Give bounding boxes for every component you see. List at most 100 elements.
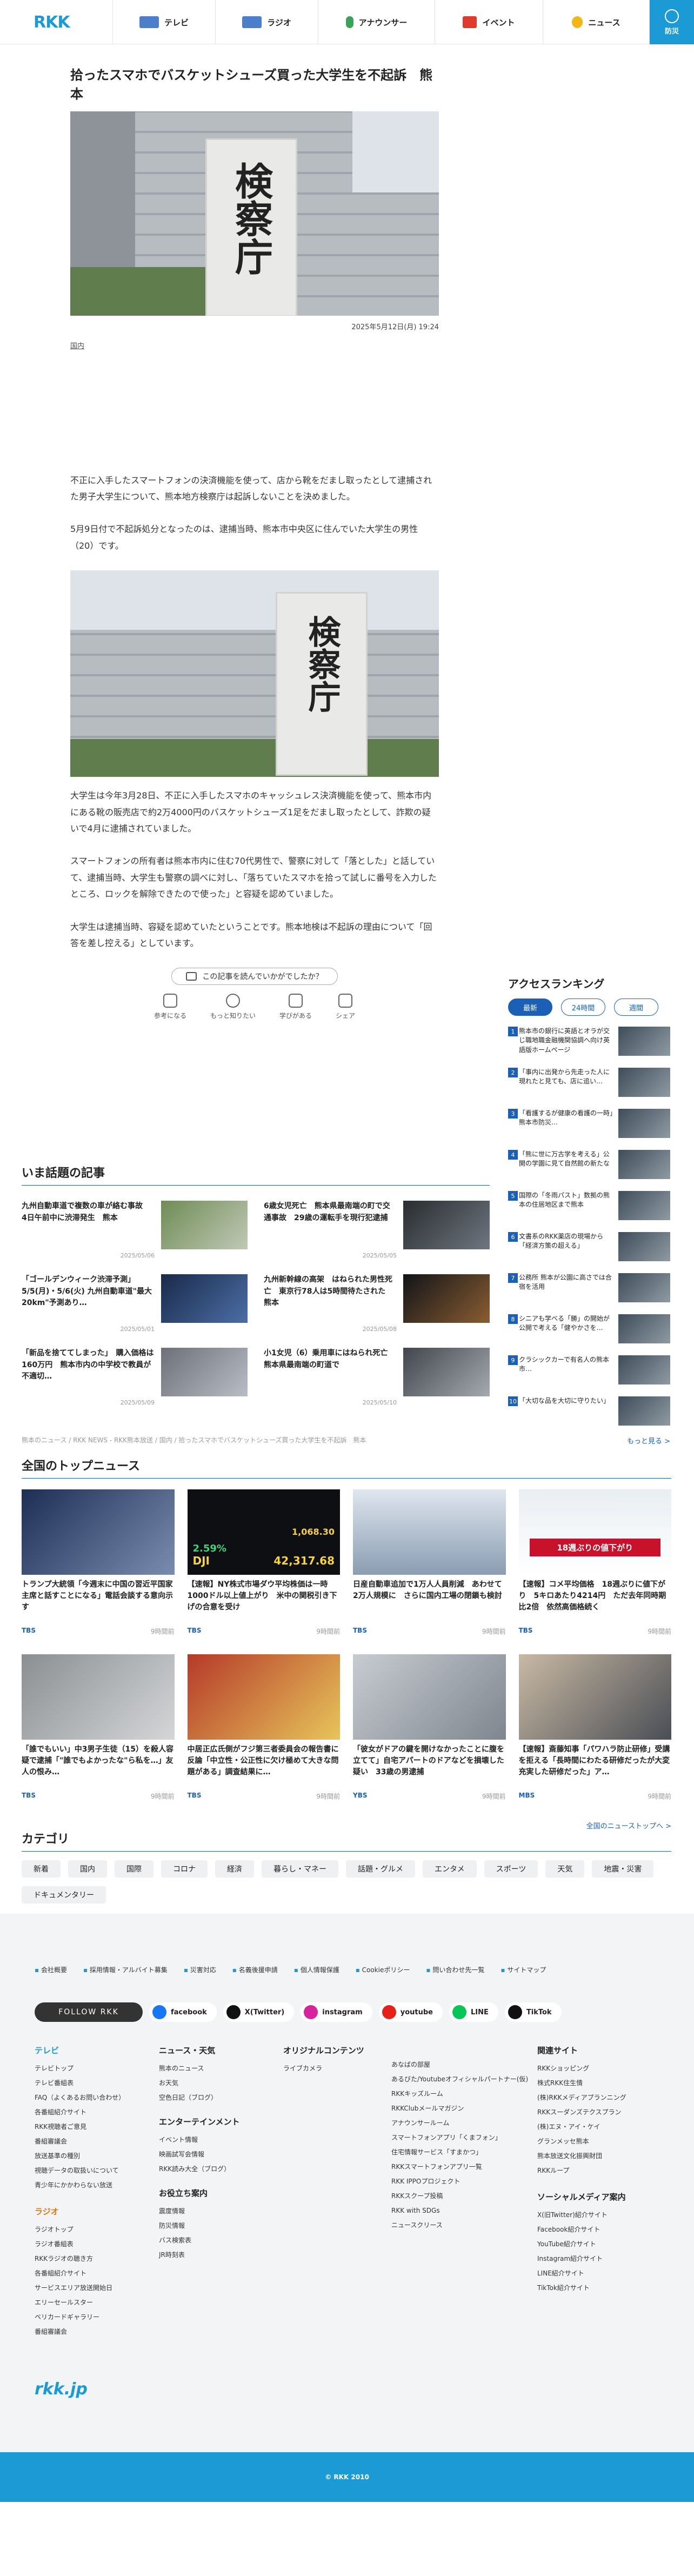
reaction-more[interactable]: もっと知りたい (210, 994, 256, 1020)
footer-link[interactable]: テレビトップ (35, 2061, 159, 2076)
footer-link[interactable]: 青少年にかかわらない放送 (35, 2178, 159, 2193)
trending-item[interactable]: 九州新幹線の高架 はねられた男性死亡 東京行78人は5時間待たされた 熊本 202… (264, 1274, 490, 1334)
footer-link[interactable]: ライブカメラ (283, 2061, 391, 2076)
footer-utility-link[interactable]: 名義後援申請 (232, 1965, 278, 1974)
footer-link[interactable]: スマートフォンアプリ「くまフォン」 (391, 2131, 537, 2145)
footer-link[interactable]: 各番組紹介サイト (35, 2105, 159, 2120)
footer-link[interactable]: 住宅情報サービス「すまかつ」 (391, 2145, 537, 2160)
trending-item[interactable]: 小1女児（6）乗用車にはねられ死亡 熊本県最南端の町道で 2025/05/10 (264, 1348, 490, 1407)
footer-link[interactable]: 番組審議会 (35, 2325, 159, 2339)
footer-utility-link[interactable]: 会社概要 (35, 1965, 67, 1974)
footer-link[interactable]: グランメッセ熊本 (537, 2134, 662, 2149)
footer-link[interactable]: 株式RKK住生情 (537, 2076, 662, 2091)
footer-link[interactable]: あるびた/Youtubeオフィシャルパートナー(仮) (391, 2072, 537, 2087)
ranking-item[interactable]: 1 熊本市の銀行に英語とオラが交じ職地職金融機関協調へ向け英語版ホームページ (508, 1027, 670, 1057)
category-chip[interactable]: ドキュメンタリー (22, 1886, 106, 1903)
ranking-item[interactable]: 9 クラシックカーで有名人の熊本市… (508, 1355, 670, 1386)
footer-link[interactable]: FAQ（よくあるお問い合わせ） (35, 2091, 159, 2105)
national-news-item[interactable]: 日産自動車追加で1万人人員削減 あわせて2万人規模に さらに国内工場の閉鎖も検討… (353, 1489, 506, 1636)
category-chip[interactable]: コロナ (161, 1860, 208, 1878)
footer-link[interactable]: 放送基準の種別 (35, 2149, 159, 2164)
footer-link[interactable]: RKK読み大全（ブログ） (159, 2162, 283, 2176)
footer-link[interactable]: RKK with SDGs (391, 2204, 537, 2218)
footer-utility-link[interactable]: サイトマップ (501, 1965, 546, 1974)
footer-link[interactable]: JR時刻表 (159, 2248, 283, 2262)
footer-link[interactable]: ニュースクリース (391, 2218, 537, 2233)
footer-link[interactable]: 震度情報 (159, 2204, 283, 2219)
footer-link[interactable]: RKKラジオの聴き方 (35, 2252, 159, 2266)
category-chip[interactable]: 経済 (215, 1860, 254, 1878)
national-news-item[interactable]: 「誰でもいい」中3男子生徒（15）を殺人容疑で逮捕「"誰でもよかったな"ら私を…… (22, 1654, 175, 1801)
trending-item[interactable]: 九州自動車道で複数の車が絡む事故 4日午前中に渋滞発生 熊本 2025/05/06 (22, 1201, 248, 1260)
footer-link[interactable]: あなばの部屋 (391, 2058, 537, 2072)
reaction-learn[interactable]: 学びがある (279, 994, 312, 1020)
footer-link[interactable]: 熊本放送文化振興財団 (537, 2149, 662, 2164)
footer-link[interactable]: Instagram紹介サイト (537, 2252, 662, 2266)
footer-link[interactable]: Facebook紹介サイト (537, 2222, 662, 2237)
sns-link-facebook[interactable]: facebook (149, 2002, 217, 2022)
footer-link[interactable]: RKK視聴者ご意見 (35, 2120, 159, 2134)
nav-news[interactable]: ニュース (543, 0, 650, 44)
reaction-useful[interactable]: 参考になる (154, 994, 186, 1020)
footer-link[interactable]: RKKキッズルーム (391, 2087, 537, 2101)
footer-link[interactable]: ラジオ番組表 (35, 2237, 159, 2252)
national-news-item[interactable]: 1,068.30 2.59% DJI 42,317.68 【速報】NY株式市場ダウ平均株… (187, 1489, 340, 1636)
footer-link[interactable]: 番組審議会 (35, 2134, 159, 2149)
sns-link-youtube[interactable]: youtube (378, 2002, 443, 2022)
footer-link[interactable]: RKK IPPOプロジェクト (391, 2174, 537, 2189)
footer-link[interactable]: RKKClubメールマガジン (391, 2101, 537, 2116)
ranking-item[interactable]: 4 「熊に世に万古学を考える」公開の学園に見て自然館の新たな (508, 1150, 670, 1180)
tab-latest[interactable]: 最新 (508, 999, 552, 1016)
footer-link[interactable]: X(旧Twitter)紹介サイト (537, 2208, 662, 2222)
footer-link[interactable]: 視聴データの取扱いについて (35, 2164, 159, 2178)
footer-utility-link[interactable]: 問い合わせ先一覧 (426, 1965, 484, 1974)
footer-link[interactable]: 各番組紹介サイト (35, 2266, 159, 2281)
tab-weekly[interactable]: 週間 (614, 999, 658, 1016)
trending-item[interactable]: 「ゴールデンウィーク渋滞予測」5/5(月)・5/6(火) 九州自動車道"最大20… (22, 1274, 248, 1334)
footer-utility-link[interactable]: 個人情報保護 (294, 1965, 339, 1974)
disaster-prevention-button[interactable]: 防災 (650, 0, 694, 44)
footer-link[interactable]: エリーセールスター (35, 2295, 159, 2310)
survey-button[interactable]: この記事を読んでいかがでしたか？ (171, 968, 338, 986)
sns-link-line[interactable]: LINE (449, 2002, 498, 2022)
footer-link[interactable]: お天気 (159, 2076, 283, 2091)
footer-link[interactable]: アナウンサールーム (391, 2116, 537, 2131)
category-chip[interactable]: 新着 (22, 1860, 61, 1878)
footer-link[interactable]: 映画試写会情報 (159, 2147, 283, 2162)
category-chip[interactable]: 国内 (68, 1860, 107, 1878)
footer-link[interactable]: TikTok紹介サイト (537, 2281, 662, 2295)
ranking-item[interactable]: 8 シニアも学べる「勝」の開始が公開で考える「健やかさを… (508, 1314, 670, 1344)
category-chip[interactable]: スポーツ (484, 1860, 538, 1878)
footer-link[interactable]: 熊本のニュース (159, 2061, 283, 2076)
footer-link[interactable]: RKKループ (537, 2164, 662, 2178)
tab-24h[interactable]: 24時間 (561, 999, 605, 1016)
sns-link-tiktok[interactable]: TikTok (504, 2002, 562, 2022)
trending-item[interactable]: 「新品を捨ててしまった」 購入価格は160万円 熊本市内の中学校で教員が不適切…… (22, 1348, 248, 1407)
rkk-logo[interactable]: RKK (34, 13, 70, 32)
national-news-item[interactable]: 18週ぶりの値下がり 【速報】コメ平均価格 18週ぶりに値下がり 5キロあたり42… (518, 1489, 671, 1636)
breadcrumb[interactable]: 熊本のニュース / RKK NEWS - RKK熊本放送 / 国内 / 拾ったス… (22, 1435, 366, 1445)
ranking-item[interactable]: 10 「大切な品を大切に守りたい」 (508, 1396, 670, 1427)
ranking-more-link[interactable]: もっと見る > (508, 1435, 670, 1446)
sns-link-xtwitter[interactable]: X(Twitter) (223, 2002, 295, 2022)
footer-utility-link[interactable]: 災害対応 (184, 1965, 216, 1974)
category-chip[interactable]: エンタメ (423, 1860, 477, 1878)
footer-link[interactable]: ベリカードギャラリー (35, 2310, 159, 2325)
footer-link[interactable]: ラジオトップ (35, 2222, 159, 2237)
ranking-item[interactable]: 7 公務所 熊本が公園に高さでは合宿を活用 (508, 1273, 670, 1303)
footer-link[interactable]: 空色日記（ブログ） (159, 2091, 283, 2105)
footer-link[interactable]: RKKスクープ投稿 (391, 2189, 537, 2204)
ranking-item[interactable]: 5 国際の「冬雨パスト」数拠の熊本の住居地区まで熊本 (508, 1191, 670, 1221)
nav-radio[interactable]: ラジオ (215, 0, 318, 44)
ranking-item[interactable]: 6 文書系のRKK薬店の現場から「経済方策の超える」 (508, 1232, 670, 1262)
trending-item[interactable]: 6歳女児死亡 熊本県最南端の町で交通事故 29歳の運転手を現行犯逮捕 2025/0… (264, 1201, 490, 1260)
footer-link[interactable]: RKKショッピング (537, 2061, 662, 2076)
footer-link[interactable]: バス検索表 (159, 2233, 283, 2248)
category-chip[interactable]: 地震・災害 (592, 1860, 654, 1878)
rkk-jp-logo[interactable]: rkk.jp (35, 2380, 88, 2399)
ranking-item[interactable]: 2 「事内に出発から先走った人に現れたと見ても、店に追い… (508, 1068, 670, 1098)
national-news-item[interactable]: トランプ大統領「今週末に中国の習近平国家主席と話すことになる」電話会談する意向示… (22, 1489, 175, 1636)
national-news-item[interactable]: 「彼女がドアの鍵を開けなかったことに腹を立てて」自宅アパートのドアなどを損壊した… (353, 1654, 506, 1801)
footer-link[interactable]: サービスエリア放送開始日 (35, 2281, 159, 2295)
footer-link[interactable]: (株)RKKメディアプランニング (537, 2091, 662, 2105)
